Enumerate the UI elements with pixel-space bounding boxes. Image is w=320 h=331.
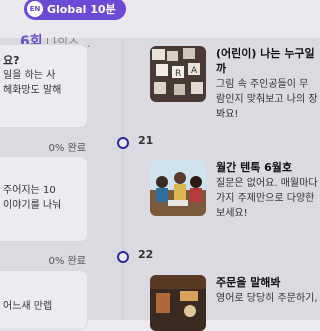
- lesson-card-2[interactable]: 월간 텐톡 6월호 질문은 없어요. 매월마다 가지 주제만으로 다양한 보세요…: [150, 160, 320, 221]
- lang-badge: EN: [27, 1, 43, 17]
- left-card-line: 이야기를 나눠: [3, 200, 62, 211]
- left-card-question: 요?: [3, 54, 20, 67]
- lesson-desc-line: 가지 주제만으로 다양한: [216, 193, 315, 204]
- left-card-line: 헤화망도 말해: [3, 85, 62, 96]
- svg-text:A: A: [191, 66, 198, 76]
- timeline-day: 21: [138, 134, 154, 147]
- lesson-desc-line: 보세요!: [216, 208, 248, 219]
- lesson-desc-line: 람인지 맞춰보고 나의 장: [216, 94, 318, 105]
- lesson-title: (어린이) 나는 누구일까: [216, 47, 315, 75]
- left-progress: 0% 완료: [48, 256, 86, 267]
- left-card-line: 주어지는 10: [3, 185, 56, 196]
- timeline-day: 22: [138, 248, 154, 261]
- global-10min-pill[interactable]: EN Global 10분: [24, 0, 126, 20]
- timeline-line: [122, 38, 124, 320]
- lesson-title: 주문을 말해봐: [216, 276, 281, 289]
- lesson-thumbnail-cafe: [150, 275, 206, 331]
- lesson-thumbnail-letters: R A: [150, 46, 206, 102]
- lesson-card-3[interactable]: 주문을 말해봐 영어로 당당히 주문하기,: [150, 275, 320, 331]
- lesson-card-1[interactable]: R A (어린이) 나는 누구일까 그림 속 주인공들이 무 람인지 맞춰보고 …: [150, 46, 320, 122]
- lesson-thumbnail-meeting: [150, 160, 206, 216]
- left-card-2[interactable]: 주어지는 10 이야기를 나눠: [0, 156, 88, 242]
- top-header: EN Global 10분: [0, 0, 320, 38]
- lesson-desc-line: 질문은 없어요. 매월마다: [216, 178, 318, 189]
- lesson-desc-line: 영어로 당당히 주문하기,: [216, 293, 318, 304]
- left-progress: 0% 완료: [48, 143, 86, 154]
- lesson-desc-line: 그림 속 주인공들이 무: [216, 79, 309, 90]
- left-card-line: 일을 하는 사: [3, 70, 56, 81]
- timeline-dot: [117, 137, 129, 149]
- pill-label: Global 10분: [47, 3, 116, 16]
- left-card-1[interactable]: 요? 일을 하는 사 헤화망도 말해: [0, 44, 88, 128]
- timeline-dot: [117, 251, 129, 263]
- svg-text:R: R: [175, 69, 181, 79]
- lesson-desc-line: 봐요!: [216, 109, 239, 120]
- left-card-3[interactable]: 어느새 만렙: [0, 270, 88, 330]
- left-card-line: 어느새 만렙: [3, 301, 53, 312]
- lesson-title: 월간 텐톡 6월호: [216, 161, 293, 174]
